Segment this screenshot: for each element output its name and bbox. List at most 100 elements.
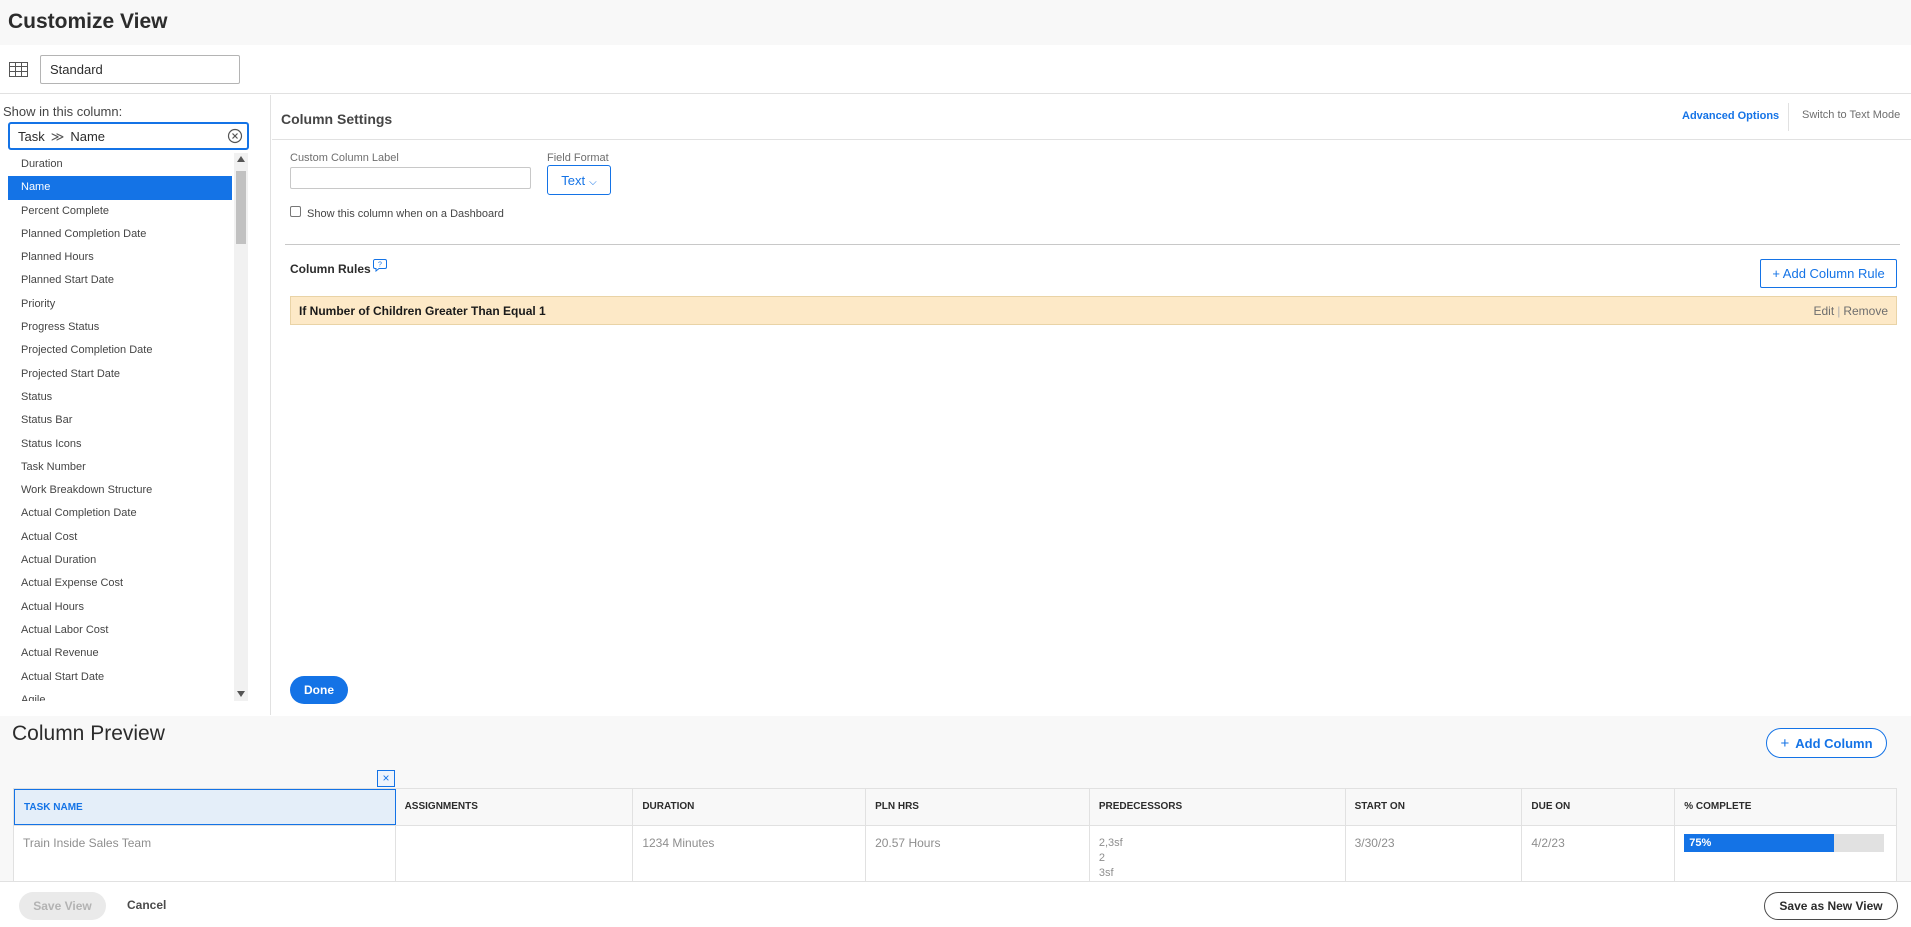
field-list-item[interactable]: Actual Completion Date: [8, 502, 232, 525]
field-format-dropdown[interactable]: Text ⌵: [547, 165, 611, 195]
field-list-item[interactable]: Work Breakdown Structure: [8, 479, 232, 502]
cell-due-on: 4/2/23: [1522, 826, 1676, 882]
advanced-options-link[interactable]: Advanced Options: [1682, 110, 1779, 122]
switch-to-text-mode-link[interactable]: Switch to Text Mode: [1802, 109, 1900, 121]
footer-bar: Save View Cancel Save as New View: [0, 881, 1911, 927]
field-breadcrumb: Task ≫ Name: [18, 129, 105, 145]
page-title: Customize View: [8, 10, 168, 33]
field-list-item[interactable]: Actual Hours: [8, 596, 232, 619]
column-preview-section: Column Preview + Add Column × TASK NAME A…: [0, 716, 1911, 883]
cell-percent-complete: 75%: [1675, 826, 1896, 882]
cell-task-name: Train Inside Sales Team: [14, 826, 396, 882]
field-label: Name: [70, 129, 106, 144]
field-list-item[interactable]: Projected Start Date: [8, 363, 232, 386]
progress-bar: 75%: [1684, 834, 1885, 852]
column-preview-title: Column Preview: [12, 722, 165, 745]
chevron-down-icon: ⌵: [589, 176, 597, 188]
rule-condition-text: If Number of Children Greater Than Equal…: [299, 304, 546, 318]
plus-icon: +: [1780, 734, 1790, 752]
field-list-item[interactable]: Actual Start Date: [8, 666, 232, 689]
column-header-due-on[interactable]: DUE ON: [1522, 789, 1676, 825]
breadcrumb-separator: ≫: [50, 129, 65, 144]
header-divider: [1788, 103, 1789, 131]
cancel-link[interactable]: Cancel: [127, 898, 166, 912]
dashboard-checkbox-label: Show this column when on a Dashboard: [307, 208, 504, 220]
field-list-scrollbar[interactable]: [234, 153, 248, 701]
title-bar: Customize View: [0, 0, 1911, 45]
save-view-button[interactable]: Save View: [19, 892, 106, 920]
field-list-item[interactable]: Status Bar: [8, 409, 232, 432]
column-rule-row: If Number of Children Greater Than Equal…: [290, 296, 1897, 325]
field-list-item[interactable]: Status Icons: [8, 433, 232, 456]
show-in-column-label: Show in this column:: [3, 104, 123, 119]
cell-pln-hrs: 20.57 Hours: [866, 826, 1090, 882]
field-list-item[interactable]: Actual Cost: [8, 526, 232, 549]
rule-actions-separator: |: [1837, 304, 1841, 318]
table-row: Train Inside Sales Team 1234 Minutes 20.…: [14, 826, 1896, 882]
object-label: Task: [18, 129, 45, 144]
predecessor-value: 3sf: [1098, 867, 1114, 879]
custom-column-label-input[interactable]: [290, 167, 531, 189]
view-bar: [0, 45, 1911, 94]
grid-header-row: TASK NAME ASSIGNMENTS DURATION PLN HRS P…: [14, 789, 1896, 826]
field-format-value: Text: [561, 172, 586, 188]
field-list-item[interactable]: Percent Complete: [8, 200, 232, 223]
predecessor-value: 2,3sf: [1098, 837, 1123, 849]
remove-rule-link[interactable]: Remove: [1843, 304, 1888, 318]
column-header-task-name[interactable]: TASK NAME: [14, 789, 396, 825]
edit-rule-link[interactable]: Edit: [1814, 304, 1835, 318]
scroll-up-icon[interactable]: [237, 156, 245, 162]
save-as-new-view-button[interactable]: Save as New View: [1764, 892, 1898, 920]
field-list-item[interactable]: Progress Status: [8, 316, 232, 339]
dashboard-checkbox[interactable]: [290, 206, 301, 217]
column-header-assignments[interactable]: ASSIGNMENTS: [396, 789, 634, 825]
column-header-predecessors[interactable]: PREDECESSORS: [1090, 789, 1346, 825]
custom-column-label-caption: Custom Column Label: [290, 152, 399, 164]
remove-column-icon[interactable]: ×: [377, 770, 395, 787]
field-list-item[interactable]: Planned Hours: [8, 246, 232, 269]
help-icon[interactable]: ?: [373, 258, 387, 272]
field-list-item[interactable]: Actual Labor Cost: [8, 619, 232, 642]
add-column-button[interactable]: + Add Column: [1766, 728, 1887, 758]
field-list-item[interactable]: Actual Expense Cost: [8, 572, 232, 595]
column-header-pln-hrs[interactable]: PLN HRS: [866, 789, 1090, 825]
cell-predecessors: 2,3sf 2 3sf: [1090, 826, 1346, 882]
table-icon[interactable]: [9, 62, 28, 77]
field-list-item[interactable]: Task Number: [8, 456, 232, 479]
field-list-item[interactable]: Actual Duration: [8, 549, 232, 572]
clear-icon[interactable]: [227, 128, 243, 144]
svg-text:?: ?: [378, 262, 382, 269]
column-rules-title: Column Rules: [290, 262, 371, 276]
column-settings-title: Column Settings: [281, 111, 393, 127]
field-format-caption: Field Format: [547, 152, 609, 164]
rule-actions: Edit | Remove: [1814, 304, 1889, 318]
scroll-thumb[interactable]: [236, 171, 246, 244]
field-search-box[interactable]: Task ≫ Name: [8, 122, 249, 150]
settings-header: Column Settings Advanced Options Switch …: [272, 95, 1911, 140]
cell-duration: 1234 Minutes: [633, 826, 867, 882]
field-list: Duration Name Percent Complete Planned Comp…: [8, 153, 232, 701]
divider: [285, 244, 1900, 245]
field-list-item[interactable]: Planned Completion Date: [8, 223, 232, 246]
add-column-rule-button[interactable]: + Add Column Rule: [1760, 259, 1897, 288]
view-name-input[interactable]: [40, 55, 240, 84]
field-list-item[interactable]: Name: [8, 176, 232, 200]
field-list-item[interactable]: Priority: [8, 293, 232, 316]
cell-assignments: [396, 826, 634, 882]
field-list-item[interactable]: Duration: [8, 153, 232, 176]
done-button[interactable]: Done: [290, 676, 348, 704]
field-list-item[interactable]: Planned Start Date: [8, 269, 232, 292]
field-list-item[interactable]: Status: [8, 386, 232, 409]
column-header-start-on[interactable]: START ON: [1346, 789, 1523, 825]
cell-start-on: 3/30/23: [1346, 826, 1523, 882]
predecessor-value: 2: [1098, 852, 1105, 864]
progress-bar-fill: 75%: [1684, 834, 1835, 852]
field-list-item[interactable]: Agile: [8, 689, 232, 701]
field-list-item[interactable]: Projected Completion Date: [8, 339, 232, 362]
field-list-item[interactable]: Actual Revenue: [8, 642, 232, 665]
add-column-label: Add Column: [1795, 735, 1873, 751]
field-panel: Show in this column: Task ≫ Name Duration N…: [0, 95, 271, 715]
column-header-percent-complete[interactable]: % COMPLETE: [1675, 789, 1896, 825]
column-header-duration[interactable]: DURATION: [633, 789, 867, 825]
scroll-down-icon[interactable]: [237, 691, 245, 697]
